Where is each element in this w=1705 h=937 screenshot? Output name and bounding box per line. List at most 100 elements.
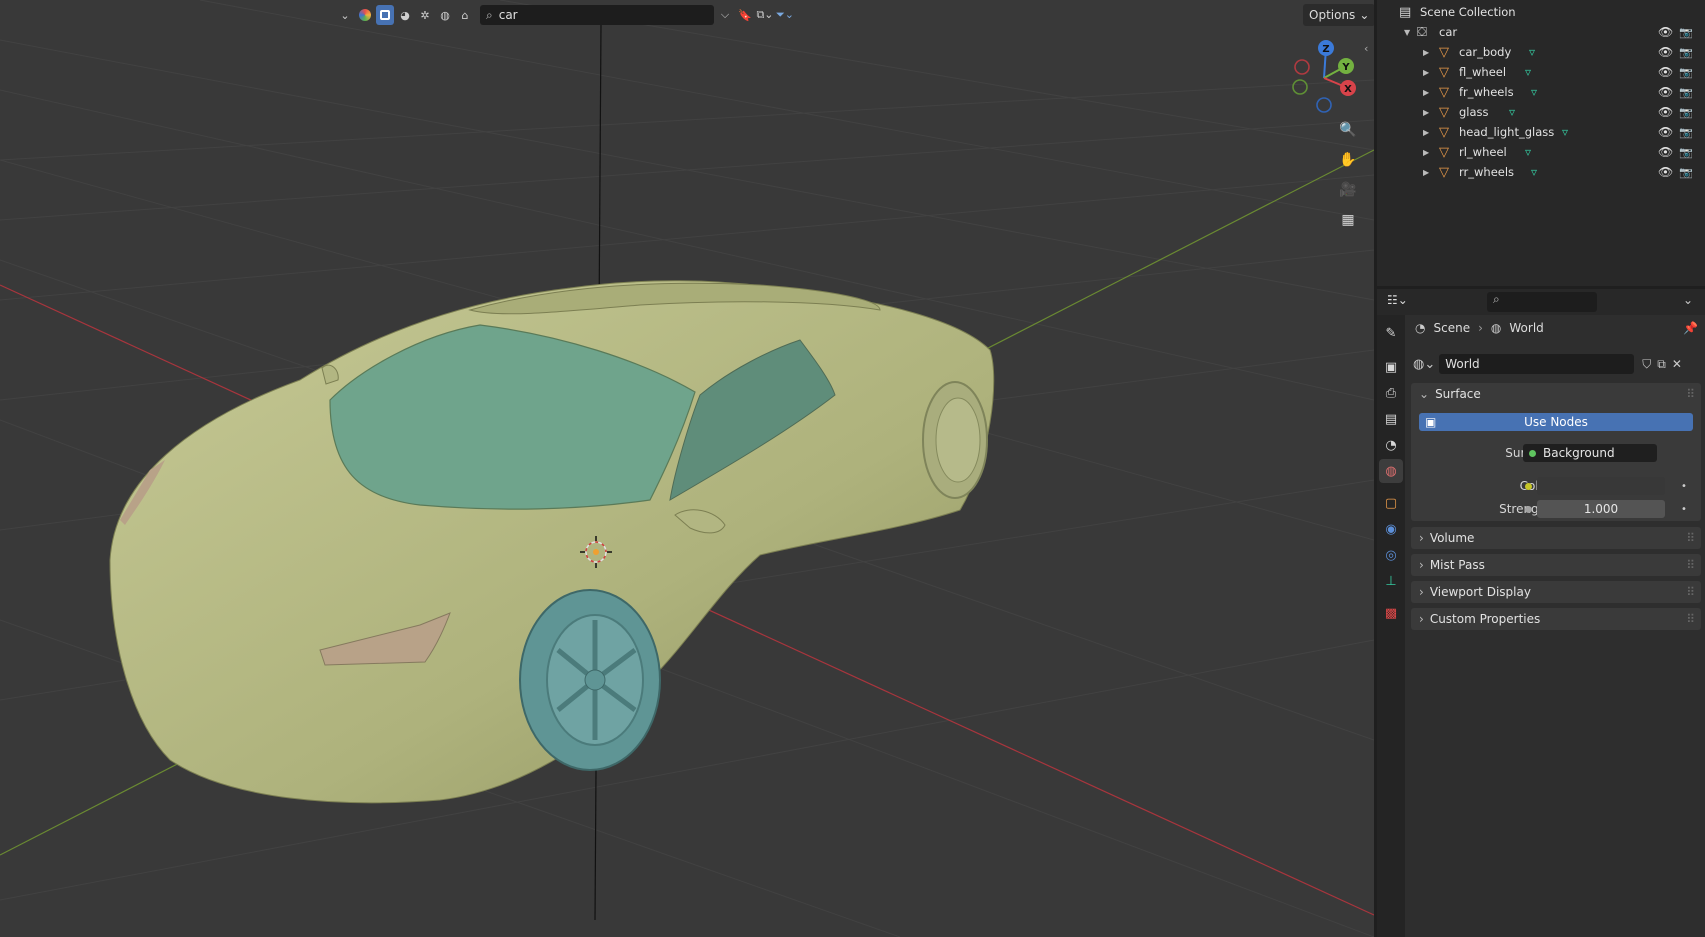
navigation-gizmo[interactable]: Z Y X bbox=[1290, 38, 1358, 118]
modifier-tab-icon[interactable]: ◉ bbox=[1379, 517, 1403, 541]
color-swatch[interactable] bbox=[1537, 477, 1665, 495]
chevron-down-icon[interactable]: ⌄ bbox=[336, 5, 354, 25]
outliner-item[interactable]: ▶ ▽ fl_wheel ▿ 👁 📷 bbox=[1377, 62, 1705, 82]
strength-field[interactable]: 1.000 bbox=[1537, 500, 1665, 518]
eye-icon[interactable]: 👁 bbox=[1658, 45, 1673, 59]
camera-icon[interactable]: 📷 bbox=[1679, 66, 1693, 79]
hierarchy-icon[interactable]: ⧉⌄ bbox=[756, 5, 774, 25]
outliner-scene-collection[interactable]: ▤ Scene Collection bbox=[1377, 2, 1705, 22]
outliner[interactable]: ▤ Scene Collection ▼ ⛋ car 👁 📷 ▶ ▽ car_b… bbox=[1377, 0, 1705, 286]
physics-tab-icon[interactable]: ◎ bbox=[1379, 543, 1403, 567]
eye-icon[interactable]: 👁 bbox=[1658, 65, 1673, 79]
object-data-tab-icon[interactable]: ⊥ bbox=[1379, 569, 1403, 593]
expand-arrow-icon[interactable]: ▼ bbox=[1404, 28, 1410, 37]
expand-arrow-icon[interactable]: ▶ bbox=[1423, 88, 1429, 97]
eye-icon[interactable]: 👁 bbox=[1658, 105, 1673, 119]
filter-dropdown-icon[interactable]: ⌵ bbox=[716, 5, 734, 25]
surface-panel-header[interactable]: ⌄ Surface ⠿ bbox=[1411, 383, 1701, 405]
fake-user-shield-icon[interactable]: ⛉ bbox=[1642, 357, 1651, 372]
world-name-field[interactable]: World bbox=[1439, 354, 1635, 374]
world-browse-icon[interactable]: ◍⌄ bbox=[1413, 357, 1435, 372]
filter-icon[interactable]: ⏷⌄ bbox=[776, 5, 794, 25]
expand-arrow-icon[interactable]: ▶ bbox=[1423, 148, 1429, 157]
mesh-data-icon[interactable]: ▿ bbox=[1529, 45, 1535, 59]
search-input[interactable]: ⌕ car bbox=[480, 5, 714, 25]
tool-tab-icon[interactable]: ✎ bbox=[1379, 321, 1403, 345]
outliner-item[interactable]: ▶ ▽ rr_wheels ▿ 👁 📷 bbox=[1377, 162, 1705, 182]
properties-editor[interactable]: ☷⌄ ⌕ ⌄ ✎ ▣ ⎙ ▤ ◔ ◍ ▢ ◉ ◎ ⊥ ▩ ◔ Scene › ◍ bbox=[1377, 289, 1705, 937]
eye-icon[interactable]: 👁 bbox=[1658, 145, 1673, 159]
outliner-item[interactable]: ▶ ▽ head_light_glass ▿ 👁 📷 bbox=[1377, 122, 1705, 142]
world-icon[interactable]: ◍ bbox=[436, 5, 454, 25]
drag-handle-icon[interactable]: ⠿ bbox=[1686, 387, 1695, 401]
drag-handle-icon[interactable]: ⠿ bbox=[1686, 612, 1695, 626]
close-icon[interactable]: ✕ bbox=[1672, 357, 1682, 371]
world-tab-icon[interactable]: ◍ bbox=[1379, 459, 1403, 483]
custom-properties-panel[interactable]: › Custom Properties ⠿ bbox=[1411, 608, 1701, 630]
surface-shader-field[interactable]: Background bbox=[1523, 444, 1657, 462]
outliner-item[interactable]: ▶ ▽ car_body ▿ 👁 📷 bbox=[1377, 42, 1705, 62]
camera-icon[interactable]: 📷 bbox=[1679, 26, 1693, 39]
output-tab-icon[interactable]: ⎙ bbox=[1379, 381, 1403, 405]
outliner-collection-car[interactable]: ▼ ⛋ car 👁 📷 bbox=[1377, 22, 1705, 42]
render-tab-icon[interactable]: ▣ bbox=[1379, 355, 1403, 379]
collapse-sidebar-icon[interactable]: ‹ bbox=[1364, 42, 1368, 55]
mesh-data-icon[interactable]: ▿ bbox=[1562, 125, 1568, 139]
mesh-data-icon[interactable]: ▿ bbox=[1525, 145, 1531, 159]
expand-arrow-icon[interactable]: ▶ bbox=[1423, 48, 1429, 57]
scene-icon[interactable]: ⌂ bbox=[456, 5, 474, 25]
mesh-data-icon[interactable]: ▿ bbox=[1531, 165, 1537, 179]
viewport-display-panel[interactable]: › Viewport Display ⠿ bbox=[1411, 581, 1701, 603]
camera-icon[interactable]: 📷 bbox=[1679, 146, 1693, 159]
pan-hand-icon[interactable]: ✋ bbox=[1336, 148, 1360, 172]
view-layer-tab-icon[interactable]: ▤ bbox=[1379, 407, 1403, 431]
perspective-grid-icon[interactable]: ▦ bbox=[1336, 208, 1360, 232]
material-preview-icon[interactable]: ◕ bbox=[396, 5, 414, 25]
eye-icon[interactable]: 👁 bbox=[1658, 25, 1673, 39]
keyframe-dot-icon[interactable]: • bbox=[1681, 504, 1687, 515]
expand-arrow-icon[interactable]: ▶ bbox=[1423, 108, 1429, 117]
rendered-shading-icon[interactable]: ✲ bbox=[416, 5, 434, 25]
keyframe-dot-icon[interactable]: • bbox=[1681, 481, 1687, 492]
bookmark-icon[interactable]: 🔖 bbox=[736, 5, 754, 25]
drag-handle-icon[interactable]: ⠿ bbox=[1686, 531, 1695, 545]
camera-icon[interactable]: 📷 bbox=[1679, 166, 1693, 179]
eye-icon[interactable]: 👁 bbox=[1658, 165, 1673, 179]
texture-tab-icon[interactable]: ▩ bbox=[1379, 601, 1403, 625]
3d-viewport[interactable]: ⌄ ◕ ✲ ◍ ⌂ ⌕ car ⌵ 🔖 ⧉⌄ ⏷⌄ Options ⌄ Z Y … bbox=[0, 0, 1374, 937]
chevron-down-icon[interactable]: ⌄ bbox=[1683, 293, 1693, 307]
mesh-data-icon[interactable]: ▿ bbox=[1525, 65, 1531, 79]
pin-icon[interactable]: 📌 bbox=[1683, 321, 1698, 335]
editor-type-icon[interactable]: ☷⌄ bbox=[1387, 293, 1408, 307]
zoom-icon[interactable]: 🔍 bbox=[1336, 118, 1360, 142]
object-tab-icon[interactable]: ▢ bbox=[1379, 491, 1403, 515]
volume-panel[interactable]: › Volume ⠿ bbox=[1411, 527, 1701, 549]
camera-view-icon[interactable]: 🎥 bbox=[1336, 178, 1360, 202]
mist-pass-panel[interactable]: › Mist Pass ⠿ bbox=[1411, 554, 1701, 576]
outliner-item[interactable]: ▶ ▽ glass ▿ 👁 📷 bbox=[1377, 102, 1705, 122]
use-nodes-button[interactable]: ▣ Use Nodes bbox=[1419, 413, 1693, 431]
scene-tab-icon[interactable]: ◔ bbox=[1379, 433, 1403, 457]
drag-handle-icon[interactable]: ⠿ bbox=[1686, 558, 1695, 572]
expand-arrow-icon[interactable]: ▶ bbox=[1423, 128, 1429, 137]
camera-icon[interactable]: 📷 bbox=[1679, 106, 1693, 119]
eye-icon[interactable]: 👁 bbox=[1658, 85, 1673, 99]
solid-shading-icon[interactable] bbox=[376, 5, 394, 25]
expand-arrow-icon[interactable]: ▶ bbox=[1423, 68, 1429, 77]
camera-icon[interactable]: 📷 bbox=[1679, 126, 1693, 139]
eye-icon[interactable]: 👁 bbox=[1658, 125, 1673, 139]
mesh-data-icon[interactable]: ▿ bbox=[1509, 105, 1515, 119]
viewport-scene[interactable] bbox=[0, 0, 1374, 937]
properties-search-input[interactable]: ⌕ bbox=[1487, 292, 1597, 312]
options-button[interactable]: Options ⌄ bbox=[1303, 4, 1374, 26]
expand-arrow-icon[interactable]: ▶ bbox=[1423, 168, 1429, 177]
outliner-item[interactable]: ▶ ▽ rl_wheel ▿ 👁 📷 bbox=[1377, 142, 1705, 162]
camera-icon[interactable]: 📷 bbox=[1679, 86, 1693, 99]
outliner-item[interactable]: ▶ ▽ fr_wheels ▿ 👁 📷 bbox=[1377, 82, 1705, 102]
display-mode-icon[interactable] bbox=[356, 5, 374, 25]
duplicate-icon[interactable]: ⧉ bbox=[1657, 357, 1666, 372]
mesh-data-icon[interactable]: ▿ bbox=[1531, 85, 1537, 99]
drag-handle-icon[interactable]: ⠿ bbox=[1686, 585, 1695, 599]
outliner-item-label: car_body bbox=[1459, 45, 1512, 59]
camera-icon[interactable]: 📷 bbox=[1679, 46, 1693, 59]
